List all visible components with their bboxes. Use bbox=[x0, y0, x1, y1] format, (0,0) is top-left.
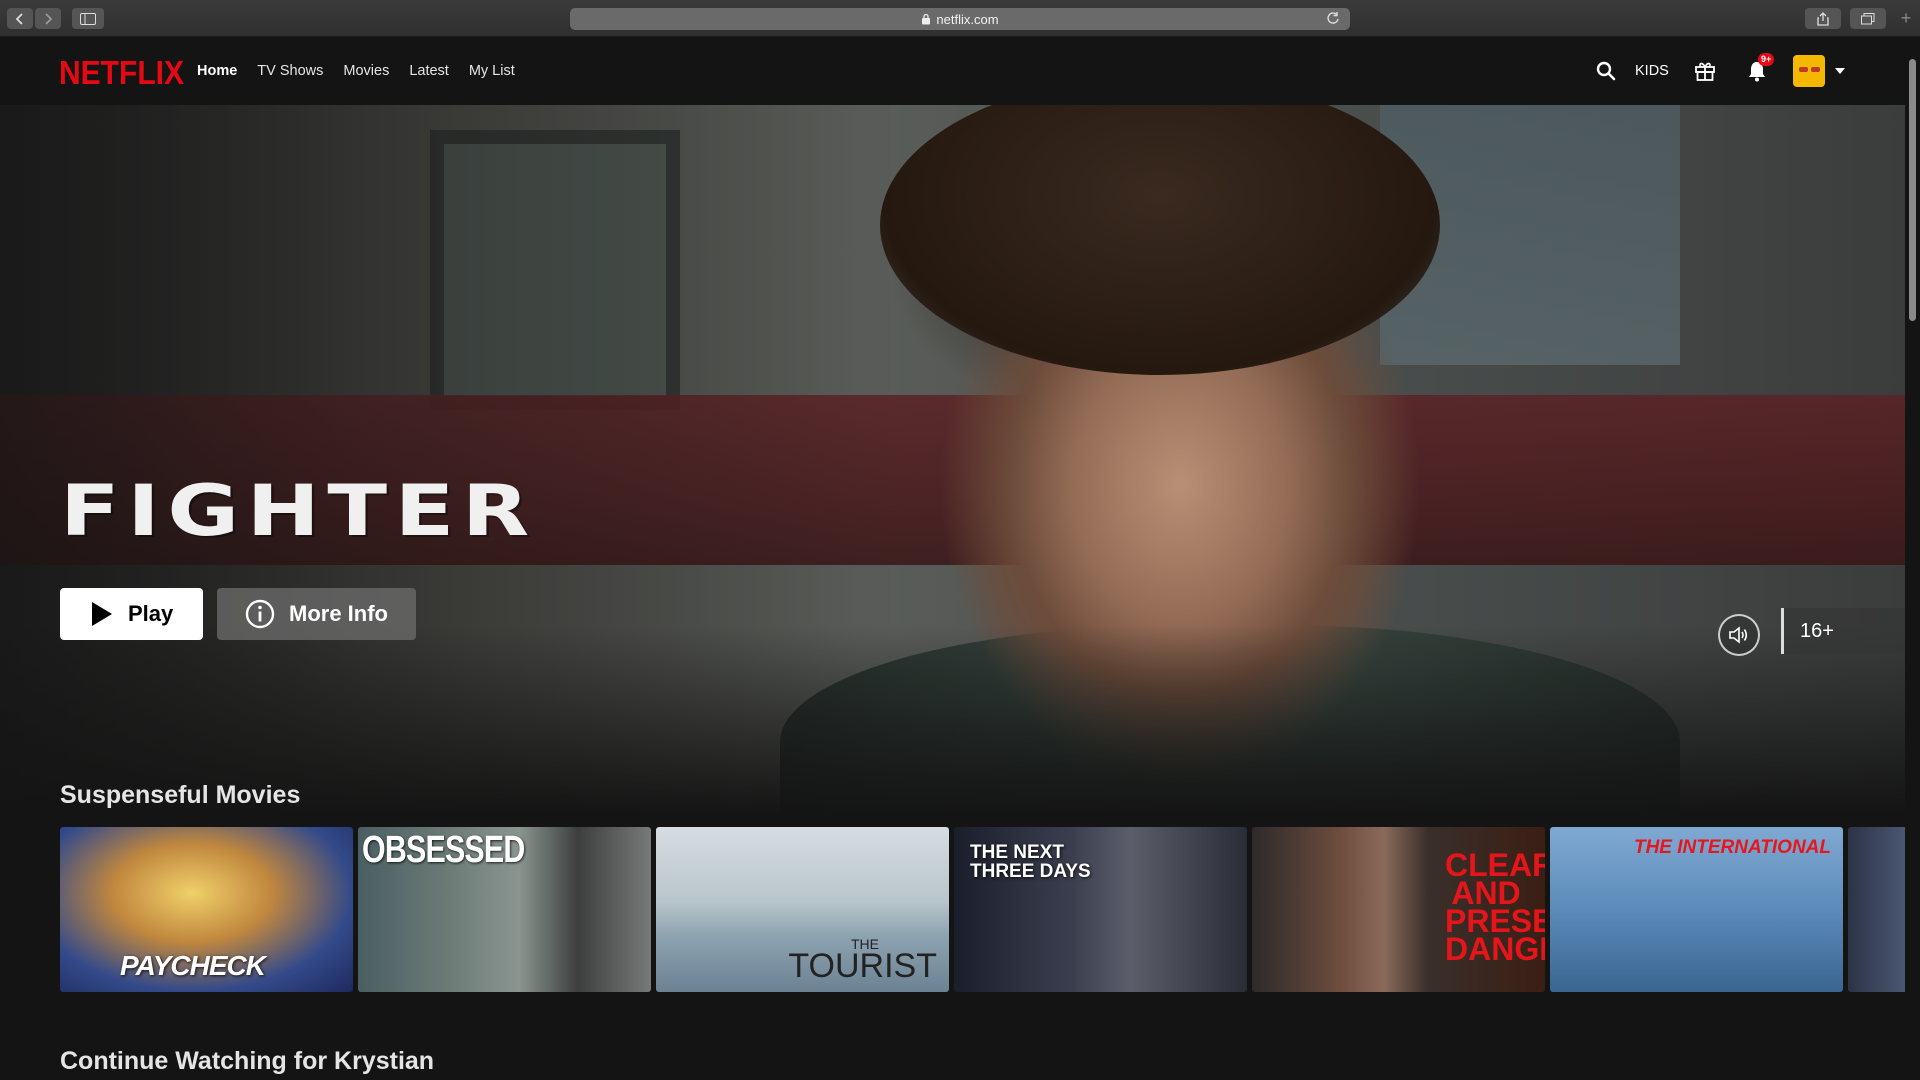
title-card-label: THE INTERNATIONAL bbox=[1633, 837, 1831, 858]
share-button[interactable] bbox=[1805, 8, 1841, 29]
title-card[interactable]: PAYCHECK bbox=[60, 827, 353, 992]
title-card[interactable]: THE TOURIST bbox=[656, 827, 949, 992]
lock-icon bbox=[922, 13, 931, 25]
title-card[interactable]: OBSESSED bbox=[358, 827, 651, 992]
volume-toggle-button[interactable] bbox=[1718, 614, 1760, 656]
scrollbar-thumb[interactable] bbox=[1909, 59, 1916, 321]
reload-icon[interactable] bbox=[1326, 11, 1340, 25]
back-button[interactable] bbox=[7, 8, 33, 29]
page-scrollbar[interactable] bbox=[1905, 37, 1920, 1080]
title-logo: FIGHTER bbox=[60, 470, 537, 552]
netflix-logo[interactable]: NETFLIX bbox=[59, 55, 184, 93]
title-row: PAYCHECK OBSESSED THE TOURIST THE NEXT T… bbox=[60, 827, 1908, 992]
nav-item-movies[interactable]: Movies bbox=[343, 63, 389, 79]
nav-item-tv-shows[interactable]: TV Shows bbox=[257, 63, 323, 79]
title-card-label: CLEAR AND PRESENT DANGER bbox=[1445, 847, 1545, 967]
top-navigation: NETFLIX Home TV Shows Movies Latest My L… bbox=[0, 37, 1920, 105]
nav-item-home[interactable]: Home bbox=[197, 63, 237, 79]
title-card-label: TOURIST bbox=[788, 947, 937, 985]
title-card-label: OBSESSED bbox=[362, 829, 525, 871]
profile-menu[interactable] bbox=[1793, 37, 1845, 105]
notifications-button[interactable]: 9+ bbox=[1746, 37, 1775, 105]
more-info-label: More Info bbox=[289, 601, 388, 626]
gift-icon bbox=[1695, 62, 1715, 81]
title-card-label: THE NEXT THREE DAYS bbox=[970, 842, 1091, 882]
share-icon bbox=[1817, 11, 1829, 26]
row-title: Continue Watching for Krystian bbox=[60, 1047, 435, 1075]
more-info-button[interactable]: More Info bbox=[217, 588, 416, 640]
tabs-icon bbox=[1861, 12, 1875, 24]
avatar bbox=[1793, 55, 1825, 87]
search-button[interactable] bbox=[1596, 37, 1616, 105]
title-card[interactable]: CLEAR AND PRESENT DANGER bbox=[1252, 827, 1545, 992]
sidebar-icon bbox=[80, 12, 96, 25]
new-tab-button[interactable]: + bbox=[1896, 9, 1916, 29]
sidebar-toggle-button[interactable] bbox=[72, 8, 104, 29]
nav-item-my-list[interactable]: My List bbox=[469, 63, 515, 79]
hero-billboard bbox=[0, 105, 1905, 825]
play-button[interactable]: Play bbox=[60, 588, 203, 640]
maturity-rating: 16+ bbox=[1781, 608, 1905, 654]
play-label: Play bbox=[128, 601, 174, 626]
chevron-right-icon bbox=[45, 12, 53, 25]
play-icon bbox=[92, 602, 112, 626]
tabs-overview-button[interactable] bbox=[1850, 8, 1886, 29]
url-text: netflix.com bbox=[936, 11, 999, 27]
volume-icon bbox=[1729, 626, 1748, 644]
forward-button[interactable] bbox=[35, 8, 61, 29]
notification-badge: 9+ bbox=[1758, 53, 1775, 66]
info-icon bbox=[245, 599, 275, 629]
caret-down-icon bbox=[1835, 68, 1845, 74]
title-card-label: PAYCHECK bbox=[120, 950, 266, 981]
title-card[interactable]: THE NEXT THREE DAYS bbox=[954, 827, 1247, 992]
chevron-left-icon bbox=[15, 12, 23, 25]
nav-item-latest[interactable]: Latest bbox=[409, 63, 449, 79]
gift-button[interactable] bbox=[1694, 37, 1716, 105]
row-title: Suspenseful Movies bbox=[60, 781, 301, 809]
search-icon bbox=[1596, 61, 1616, 81]
title-card-partial[interactable] bbox=[1848, 827, 1908, 992]
browser-toolbar: netflix.com + bbox=[0, 0, 1920, 37]
main-menu: Home TV Shows Movies Latest My List bbox=[197, 63, 515, 79]
title-card[interactable]: THE INTERNATIONAL bbox=[1550, 827, 1843, 992]
address-bar[interactable]: netflix.com bbox=[570, 8, 1350, 30]
kids-link[interactable]: KIDS bbox=[1635, 37, 1669, 105]
